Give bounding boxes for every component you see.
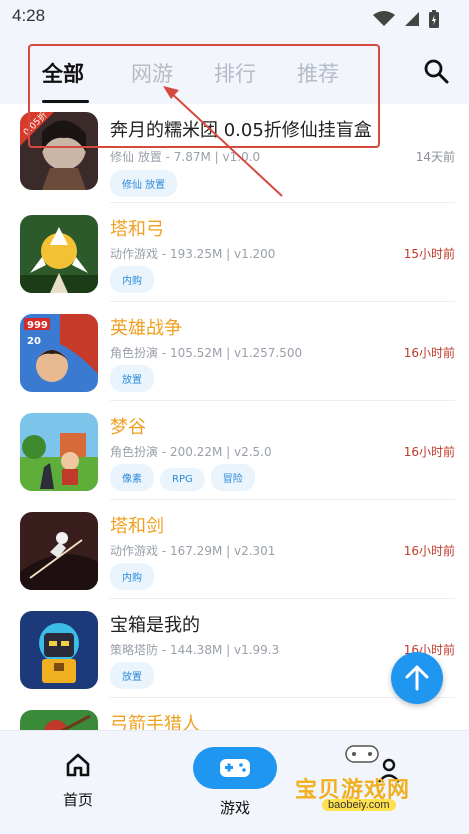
- gamepad-logo-icon: [345, 745, 379, 763]
- watermark-url: baobeiy.com: [322, 799, 396, 811]
- annotation-arrow: [163, 86, 283, 197]
- site-watermark: 宝贝游戏网 baobeiy.com: [292, 738, 442, 818]
